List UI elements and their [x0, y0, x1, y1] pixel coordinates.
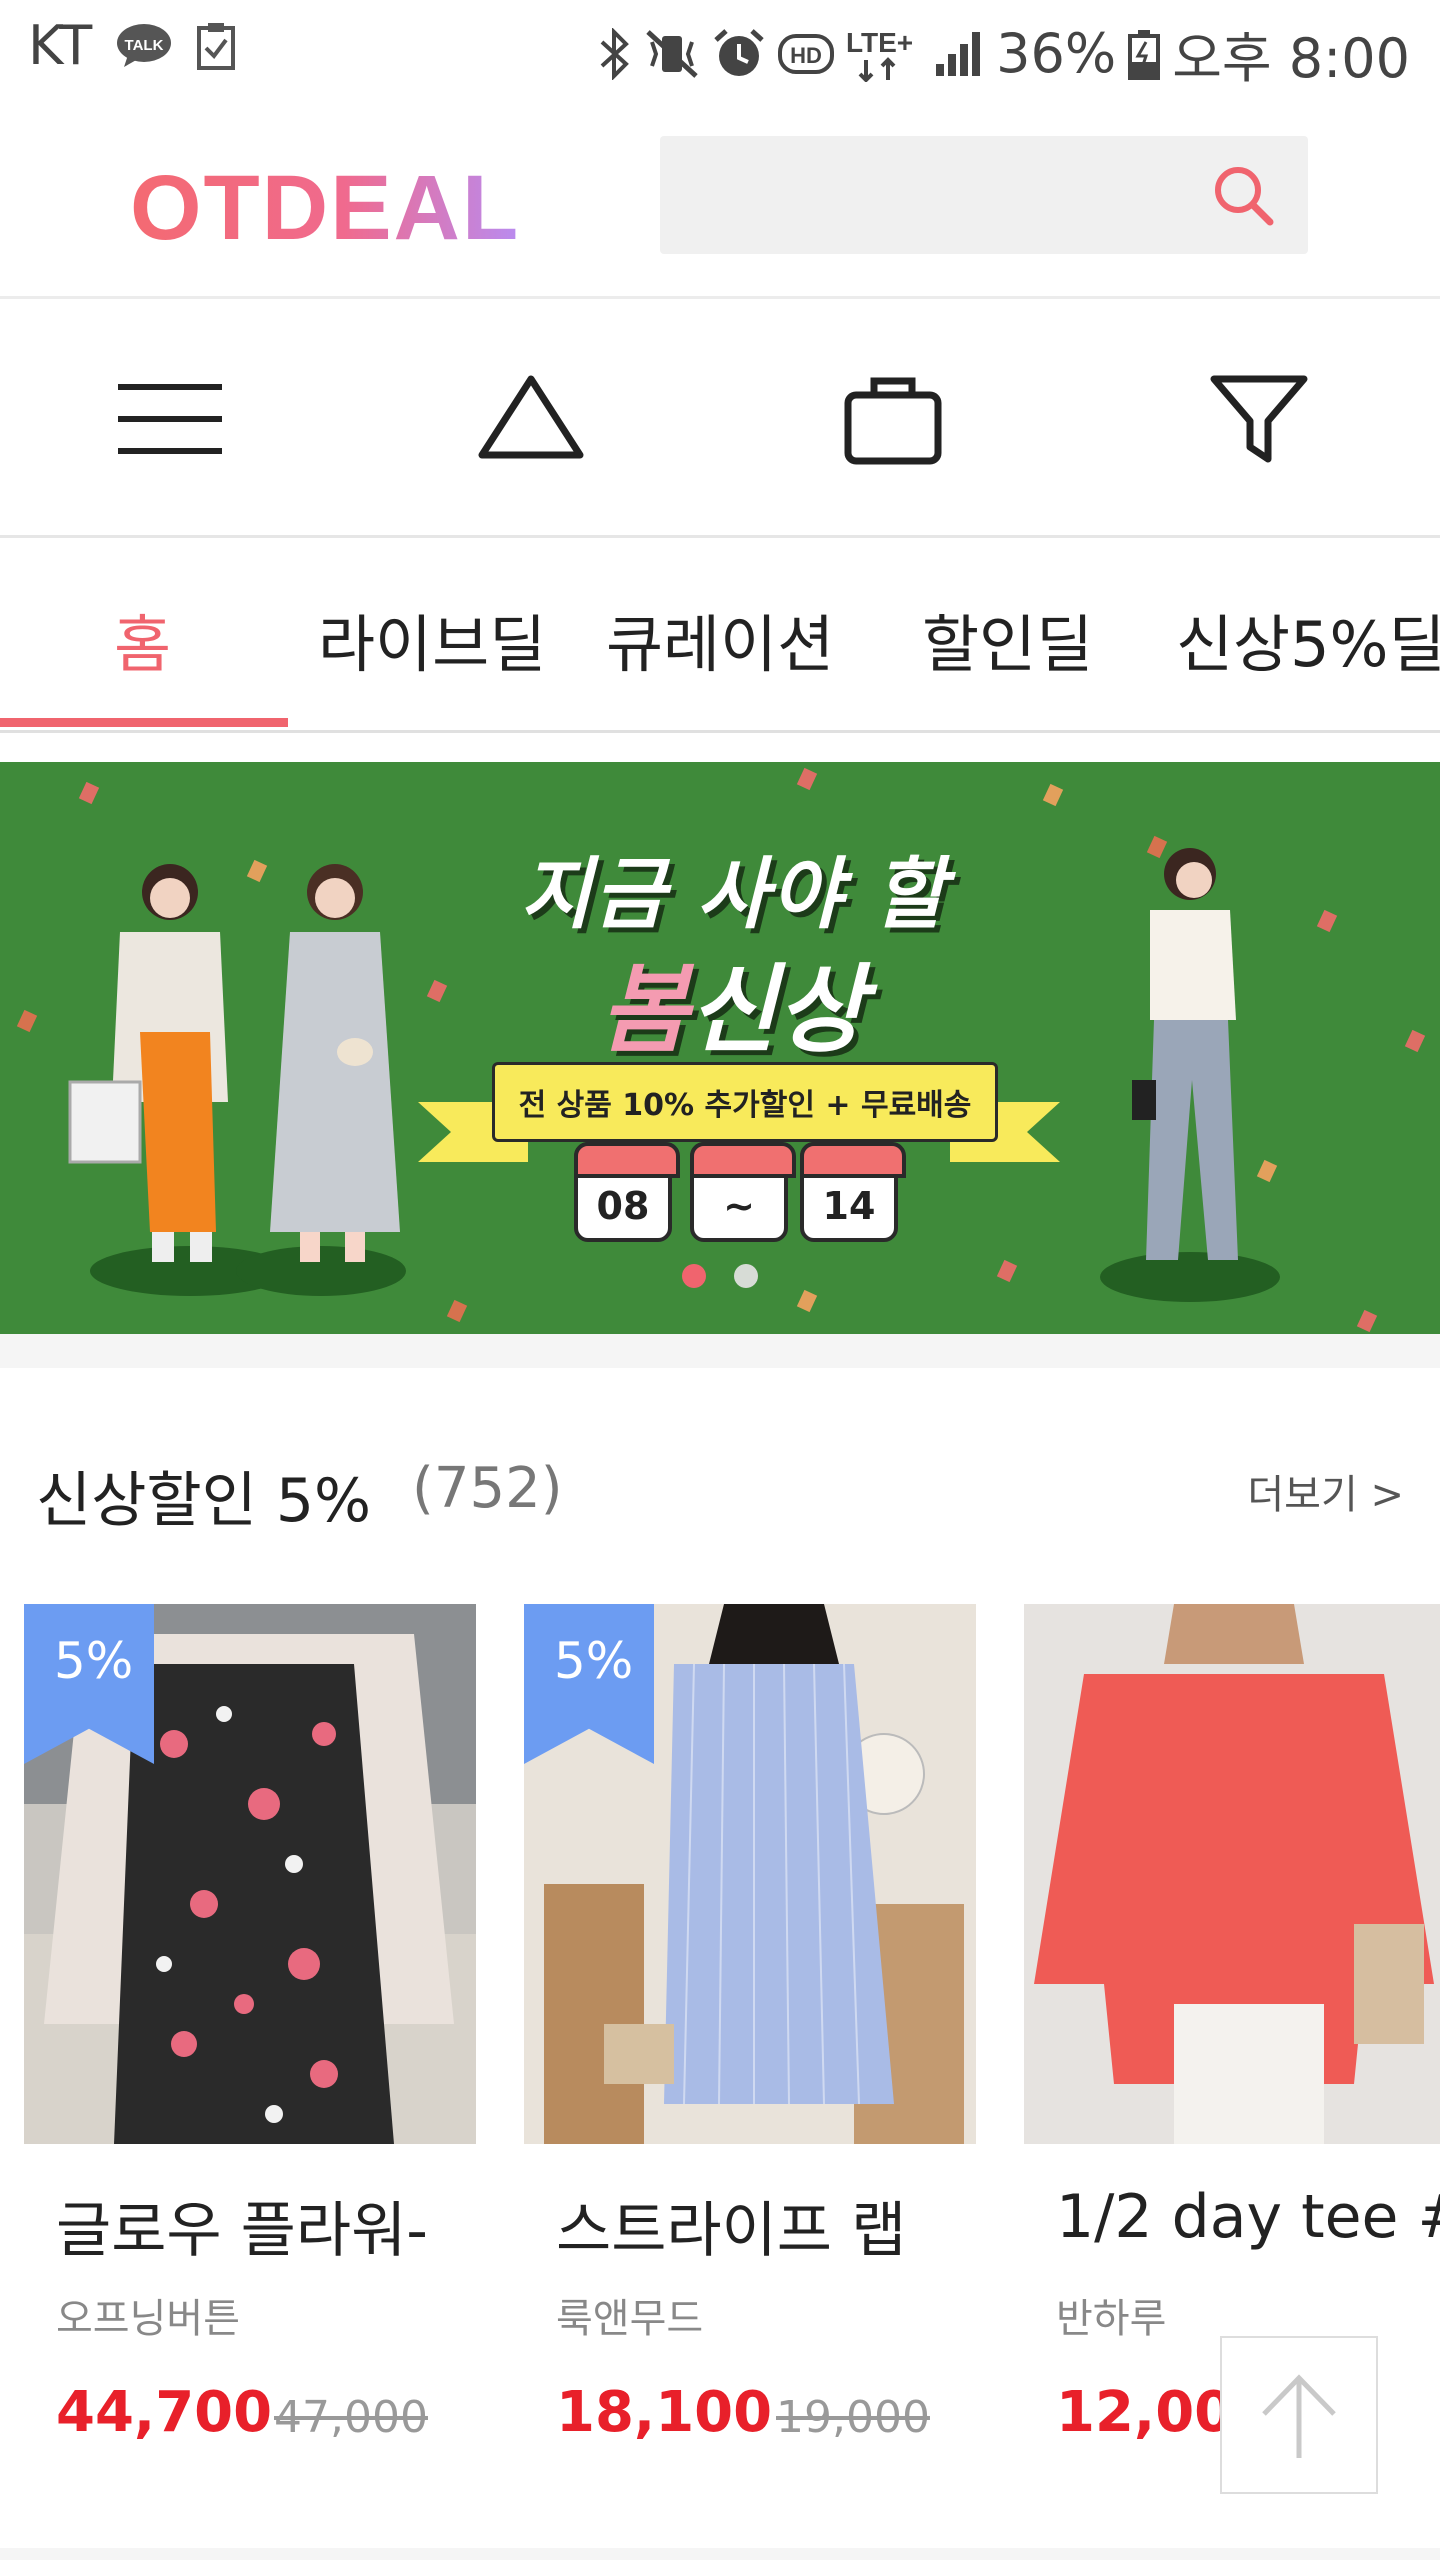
product-price: 18,100: [556, 2380, 773, 2445]
model-center-illustration: [270, 864, 400, 1262]
bluetooth-icon: [598, 27, 632, 80]
app-header: OTDEAL: [0, 100, 1440, 299]
product-brand[interactable]: 반하루: [1056, 2286, 1166, 2344]
scroll-top-button[interactable]: [1220, 2336, 1378, 2494]
date-separator-calendar: ~: [690, 1142, 796, 1242]
arrow-up-icon[interactable]: [1222, 2338, 1376, 2492]
lte-plus-icon: LTE+: [846, 26, 922, 82]
date-end-calendar: 14: [800, 1142, 906, 1242]
tab-curation[interactable]: 큐레이션: [606, 594, 834, 684]
battery-percent: 36%: [996, 22, 1117, 85]
product-original-price: 19,000: [776, 2392, 930, 2443]
hd-icon: HD: [778, 32, 835, 76]
model-left-illustration: [68, 864, 228, 1262]
filter-icon[interactable]: [1204, 369, 1314, 469]
status-bar: KT TALK HD LTE+ 36% 오후 8:00: [0, 0, 1440, 100]
section-divider: [0, 1334, 1440, 1368]
search-icon[interactable]: [1208, 160, 1278, 230]
clipboard-check-icon: [196, 22, 236, 70]
tab-new-5-deal[interactable]: 신상5%딜: [1176, 594, 1440, 684]
svg-text:TALK: TALK: [125, 37, 164, 54]
product-brand[interactable]: 룩앤무드: [556, 2286, 703, 2344]
model-right-illustration: [1132, 848, 1238, 1260]
product-card[interactable]: 5% 스트라이프 랩 룩앤무드 18,100 19,000: [524, 1604, 976, 2504]
signal-icon: [934, 30, 984, 78]
carousel-dot-active[interactable]: [682, 1264, 706, 1288]
product-card[interactable]: 5% 글로우 플라워- 오프닝버튼 44,700 47,000: [24, 1604, 476, 2504]
tab-live-deal[interactable]: 라이브딜: [318, 594, 546, 684]
svg-text:LTE+: LTE+: [846, 27, 913, 58]
vibrate-mute-icon: [644, 28, 700, 80]
section-title: 신상할인 5%: [36, 1466, 372, 1536]
promo-banner[interactable]: 지금 사야 할 봄신상 전 상품 10% 추가할인 + 무료배송 08 ~ 14: [0, 762, 1440, 1334]
product-name[interactable]: 스트라이프 랩: [556, 2182, 906, 2269]
banner-title-line2: 봄신상: [600, 932, 865, 1071]
shopping-bag-icon[interactable]: [840, 369, 950, 469]
alarm-icon: [712, 28, 766, 80]
product-name[interactable]: 1/2 day tee #: [1056, 2182, 1440, 2252]
category-tabs: 홈 라이브딜 큐레이션 할인딜 신상5%딜: [0, 538, 1440, 733]
search-input[interactable]: [660, 136, 1308, 254]
hanger-icon[interactable]: [476, 369, 586, 469]
carousel-dot[interactable]: [734, 1264, 758, 1288]
otdeal-logo[interactable]: OTDEAL: [130, 156, 520, 261]
clock-time: 오후 8:00: [1172, 27, 1410, 90]
kakaotalk-icon: TALK: [116, 23, 172, 69]
banner-title-rest: 신상: [688, 954, 865, 1066]
section-count: (752): [412, 1456, 563, 1521]
banner-ribbon: 전 상품 10% 추가할인 + 무료배송: [492, 1062, 998, 1142]
product-original-price: 47,000: [274, 2392, 428, 2443]
more-link[interactable]: 더보기 >: [1247, 1462, 1404, 1520]
product-brand[interactable]: 오프닝버튼: [56, 2286, 240, 2344]
banner-title-line1: 지금 사야 할: [520, 850, 948, 940]
tab-discount-deal[interactable]: 할인딜: [922, 594, 1093, 684]
product-name[interactable]: 글로우 플라워-: [56, 2182, 428, 2269]
icon-toolbar: [0, 299, 1440, 538]
active-tab-indicator: [0, 718, 288, 727]
date-start-calendar: 08: [574, 1142, 680, 1242]
bottom-divider: [0, 2548, 1440, 2560]
product-image[interactable]: 5%: [524, 1604, 976, 2144]
svg-text:HD: HD: [790, 43, 822, 68]
product-image[interactable]: [1024, 1604, 1440, 2144]
carrier-label: KT: [28, 14, 93, 77]
battery-icon: [1128, 28, 1161, 80]
product-price: 44,700: [56, 2380, 273, 2445]
product-image[interactable]: 5%: [24, 1604, 476, 2144]
banner-title-highlight: 봄: [600, 954, 689, 1066]
menu-icon[interactable]: [116, 369, 226, 469]
tab-home[interactable]: 홈: [114, 594, 171, 684]
